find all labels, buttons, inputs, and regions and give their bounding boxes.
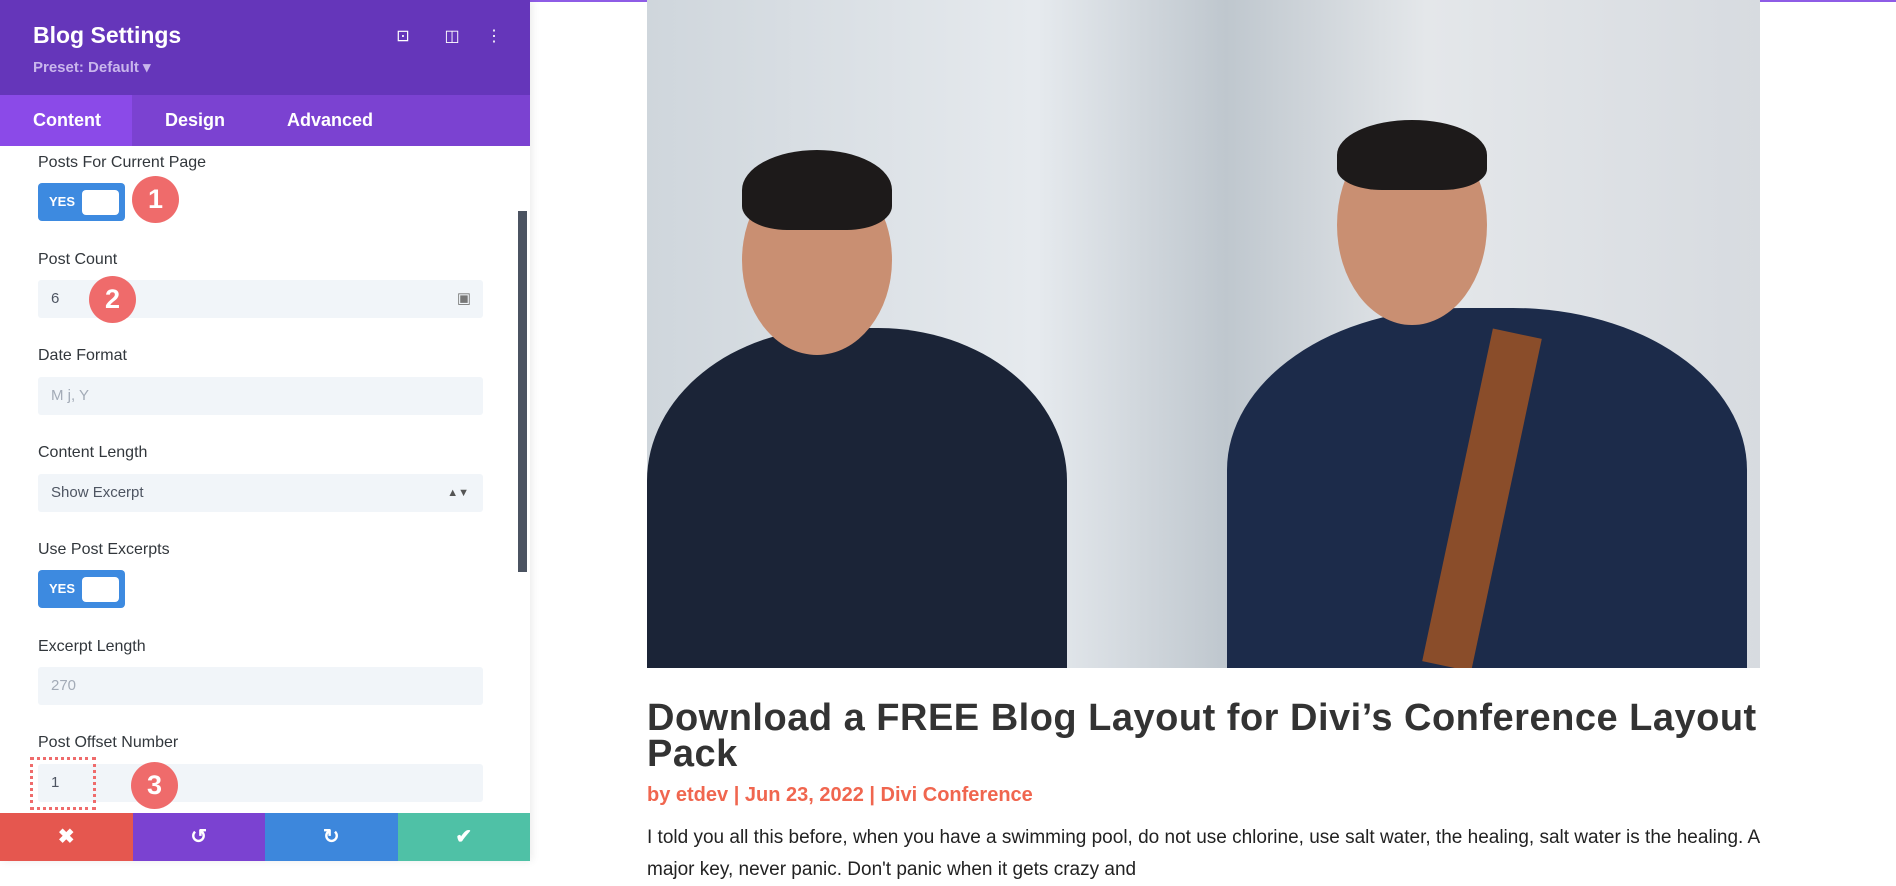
person-left xyxy=(647,328,1067,668)
undo-button[interactable]: ↺ xyxy=(132,813,265,861)
preset-dropdown[interactable]: Preset: Default ▾ xyxy=(33,58,151,76)
panel-tabs: Content Design Advanced xyxy=(0,95,530,146)
post-meta: by etdev | Jun 23, 2022 | Divi Conferenc… xyxy=(647,784,1033,806)
split-view-icon[interactable]: ◫ xyxy=(441,26,463,48)
date-format-input[interactable]: M j, Y xyxy=(38,377,483,415)
use-post-excerpts-toggle[interactable]: YES xyxy=(38,570,125,608)
scrollbar[interactable] xyxy=(518,211,527,572)
hair-left xyxy=(742,150,892,230)
dynamic-content-icon[interactable]: ▣ xyxy=(457,280,471,318)
posts-current-page-toggle[interactable]: YES xyxy=(38,183,125,221)
tab-design[interactable]: Design xyxy=(165,95,225,146)
select-arrows-icon: ▲▼ xyxy=(447,487,469,499)
tab-content[interactable]: Content xyxy=(0,95,132,146)
cancel-button[interactable]: ✖ xyxy=(0,813,133,861)
content-length-select[interactable]: Show Excerpt ▲▼ xyxy=(38,474,483,512)
content-length-label: Content Length xyxy=(38,444,148,461)
toggle-state: YES xyxy=(49,194,76,209)
date-format-label: Date Format xyxy=(38,347,127,364)
posts-current-page-label: Posts For Current Page xyxy=(38,154,207,171)
redo-button[interactable]: ↻ xyxy=(265,813,398,861)
save-button[interactable]: ✔ xyxy=(397,813,530,861)
post-featured-image[interactable] xyxy=(647,0,1760,668)
toggle-state: YES xyxy=(49,581,76,596)
excerpt-length-input[interactable]: 270 xyxy=(38,667,483,705)
panel-header: Blog Settings Preset: Default ▾ ⊡ ◫ ⋮ xyxy=(0,0,530,95)
tab-advanced[interactable]: Advanced xyxy=(287,95,373,146)
step-badge-1: 1 xyxy=(132,176,179,223)
step-badge-2: 2 xyxy=(89,276,136,323)
use-post-excerpts-label: Use Post Excerpts xyxy=(38,541,170,558)
step-badge-3: 3 xyxy=(131,762,178,809)
hair-right xyxy=(1337,120,1487,190)
toggle-knob xyxy=(82,190,119,215)
settings-panel: Blog Settings Preset: Default ▾ ⊡ ◫ ⋮ Co… xyxy=(0,0,530,861)
post-count-value: 6 xyxy=(51,290,60,307)
post-count-label: Post Count xyxy=(38,251,118,268)
focus-icon[interactable]: ⊡ xyxy=(392,26,414,48)
panel-title: Blog Settings xyxy=(33,22,182,48)
post-offset-input[interactable]: 1 xyxy=(38,764,483,802)
toggle-knob xyxy=(82,577,119,602)
highlight-box xyxy=(30,757,96,810)
post-title[interactable]: Download a FREE Blog Layout for Divi’s C… xyxy=(647,699,1767,773)
post-offset-label: Post Offset Number xyxy=(38,734,179,751)
post-excerpt: I told you all this before, when you hav… xyxy=(647,827,1760,880)
more-options-icon[interactable]: ⋮ xyxy=(483,26,505,48)
content-length-value: Show Excerpt xyxy=(51,484,144,501)
excerpt-length-label: Excerpt Length xyxy=(38,638,146,655)
